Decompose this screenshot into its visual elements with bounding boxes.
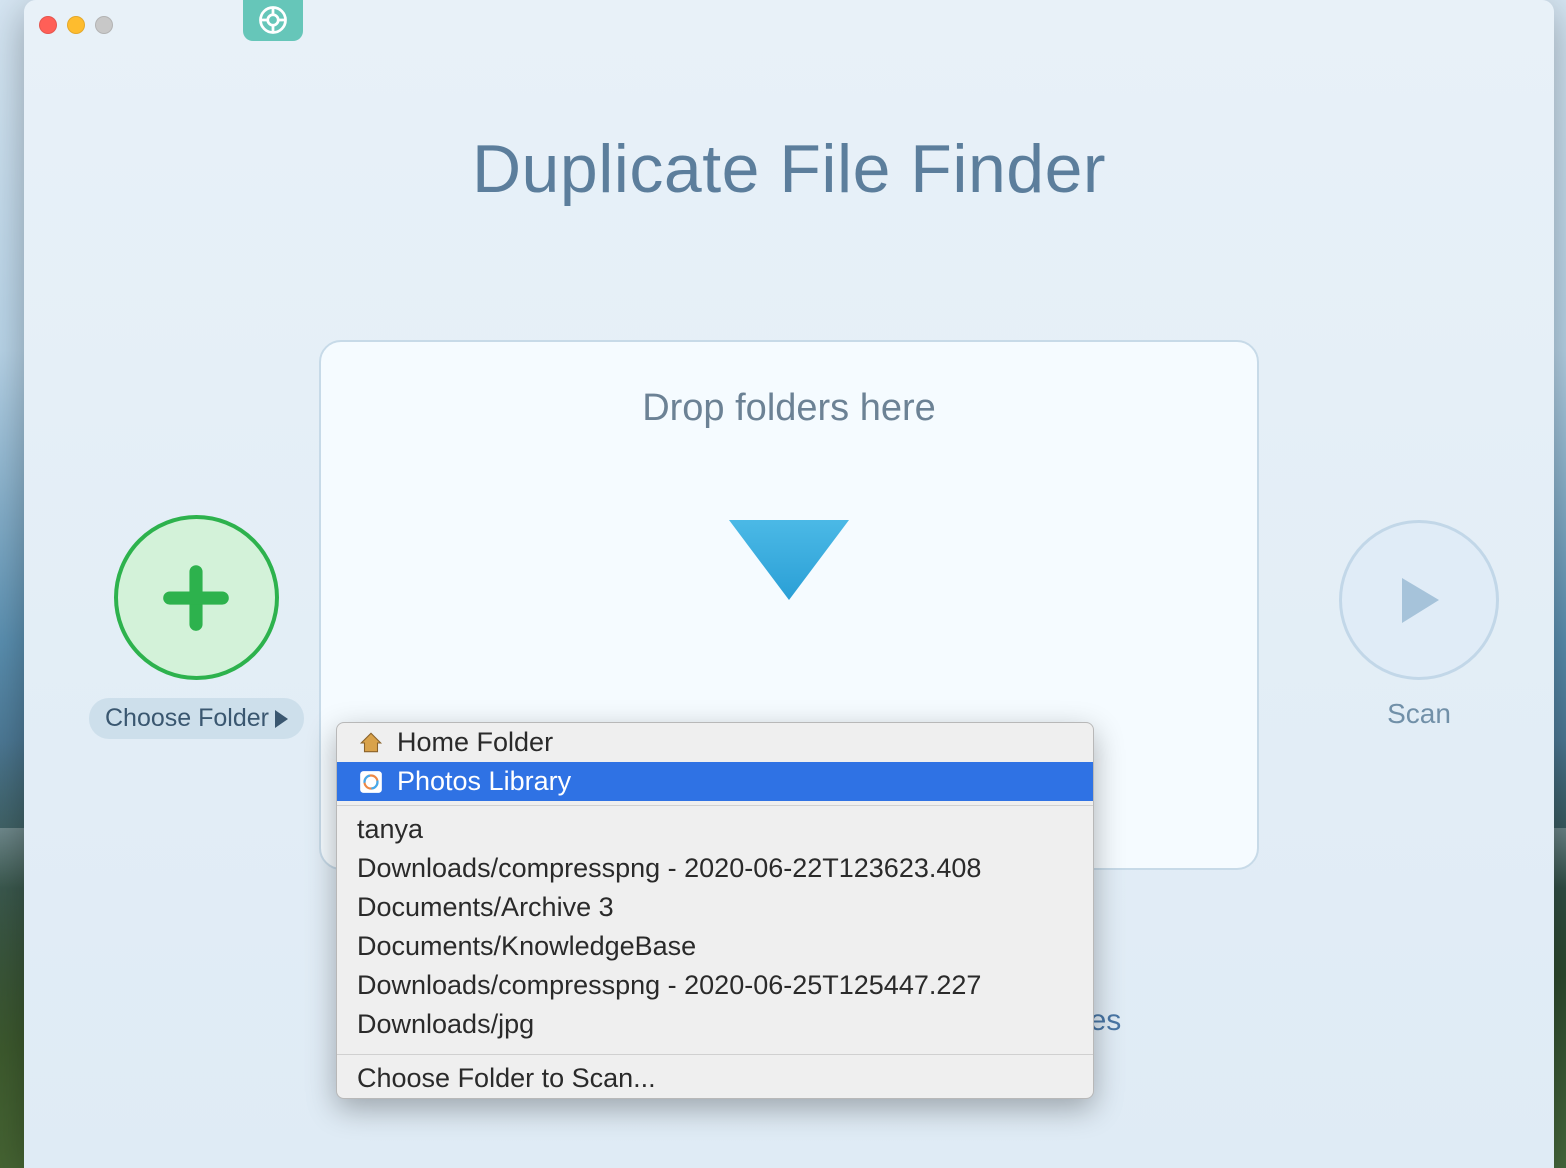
scan-button[interactable] [1339,520,1499,680]
menu-item-label: Downloads/jpg [357,1009,534,1040]
menu-item-home-folder[interactable]: Home Folder [337,723,1093,762]
menu-item-label: Downloads/compresspng - 2020-06-22T12362… [357,853,981,884]
menu-item-recent[interactable]: Downloads/compresspng - 2020-06-22T12362… [337,849,1093,888]
menu-item-recent[interactable]: Documents/KnowledgeBase [337,927,1093,966]
menu-item-label: Choose Folder to Scan... [357,1063,656,1094]
menu-item-label: Photos Library [397,766,571,797]
home-icon [357,729,385,757]
menu-item-photos-library[interactable]: Photos Library [337,762,1093,801]
photos-icon [357,768,385,796]
choose-folder-label: Choose Folder [105,704,269,733]
menu-recent-group: tanya Downloads/compresspng - 2020-06-22… [337,810,1093,1050]
arrow-down-icon [719,510,859,610]
menu-item-label: Documents/Archive 3 [357,892,614,923]
menu-item-label: tanya [357,814,423,845]
chevron-right-icon [275,710,288,728]
menu-item-recent[interactable]: Documents/Archive 3 [337,888,1093,927]
menu-separator [337,805,1093,806]
menu-item-label: Home Folder [397,727,553,758]
zoom-window-button[interactable] [95,16,113,34]
lifebuoy-icon [258,5,288,35]
scan-label: Scan [1387,698,1451,730]
menu-item-recent[interactable]: Downloads/jpg [337,1005,1093,1044]
close-window-button[interactable] [39,16,57,34]
menu-separator [337,1054,1093,1055]
play-icon [1394,573,1444,628]
plus-icon [161,563,231,633]
app-title: Duplicate File Finder [24,130,1554,208]
menu-item-recent[interactable]: tanya [337,810,1093,849]
choose-folder-button[interactable]: Choose Folder [89,698,304,739]
menu-item-recent[interactable]: Downloads/compresspng - 2020-06-25T12544… [337,966,1093,1005]
drop-zone-title: Drop folders here [642,387,936,430]
menu-item-choose-folder[interactable]: Choose Folder to Scan... [337,1059,1093,1098]
minimize-window-button[interactable] [67,16,85,34]
add-folder-button[interactable] [114,515,279,680]
menu-item-label: Documents/KnowledgeBase [357,931,696,962]
help-button[interactable] [243,0,303,41]
choose-folder-menu: Home Folder Photos Library tanya Downloa… [336,722,1094,1099]
titlebar [24,0,1554,50]
menu-item-label: Downloads/compresspng - 2020-06-25T12544… [357,970,981,1001]
